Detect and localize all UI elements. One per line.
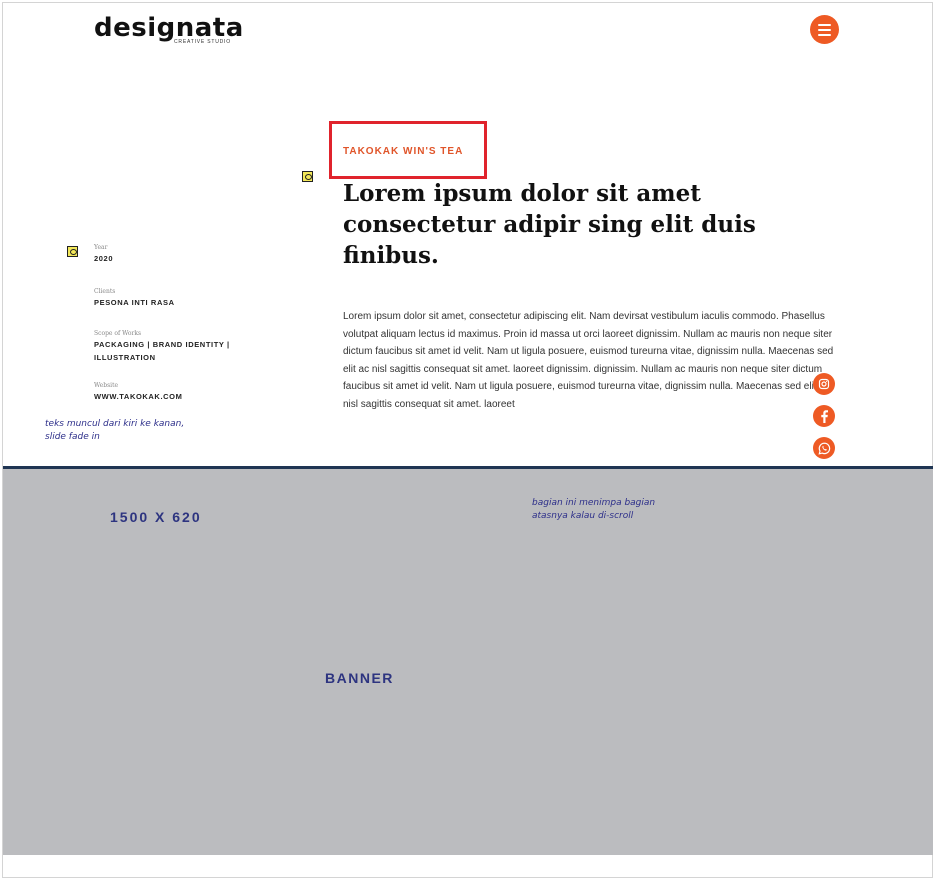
logo[interactable]: designata CREATIVE STUDIO xyxy=(94,13,244,45)
comment-marker-icon[interactable] xyxy=(67,246,78,257)
banner-size-label: 1500 X 620 xyxy=(110,509,202,525)
meta-year: Year 2020 xyxy=(94,244,113,265)
project-name: TAKOKAK WIN'S TEA xyxy=(343,146,464,157)
banner-annotation-note: bagian ini menimpa bagian atasnya kalau … xyxy=(532,498,656,521)
hamburger-menu-icon[interactable] xyxy=(810,15,839,44)
annotation-note: teks muncul dari kiri ke kanan, slide fa… xyxy=(45,419,185,442)
meta-clients-label: Clients xyxy=(94,288,116,295)
meta-website-label: Website xyxy=(94,382,119,389)
banner-label: BANNER xyxy=(325,670,394,686)
project-headline: Lorem ipsum dolor sit amet consectetur a… xyxy=(343,180,756,269)
project-description: Lorem ipsum dolor sit amet, consectetur … xyxy=(343,311,834,410)
meta-year-label: Year xyxy=(94,244,108,251)
meta-website-value[interactable]: WWW.TAKOKAK.COM xyxy=(94,390,182,403)
meta-year-value: 2020 xyxy=(94,254,114,263)
instagram-icon[interactable] xyxy=(813,373,835,395)
meta-clients: Clients PESONA INTI RASA xyxy=(94,288,175,309)
meta-scope-label: Scope of Works xyxy=(94,330,142,337)
meta-scope: Scope of Works PACKAGING | BRAND IDENTIT… xyxy=(94,330,244,364)
logo-subtext: CREATIVE STUDIO xyxy=(174,39,231,45)
meta-scope-value: PACKAGING | BRAND IDENTITY | ILLUSTRATIO… xyxy=(94,340,230,362)
logo-text: designata xyxy=(94,13,244,43)
whatsapp-icon[interactable] xyxy=(813,437,835,459)
banner-placeholder xyxy=(3,469,933,855)
meta-clients-value: PESONA INTI RASA xyxy=(94,298,175,307)
meta-website: Website WWW.TAKOKAK.COM xyxy=(94,382,182,403)
comment-marker-icon[interactable] xyxy=(302,171,313,182)
facebook-icon[interactable] xyxy=(813,405,835,427)
